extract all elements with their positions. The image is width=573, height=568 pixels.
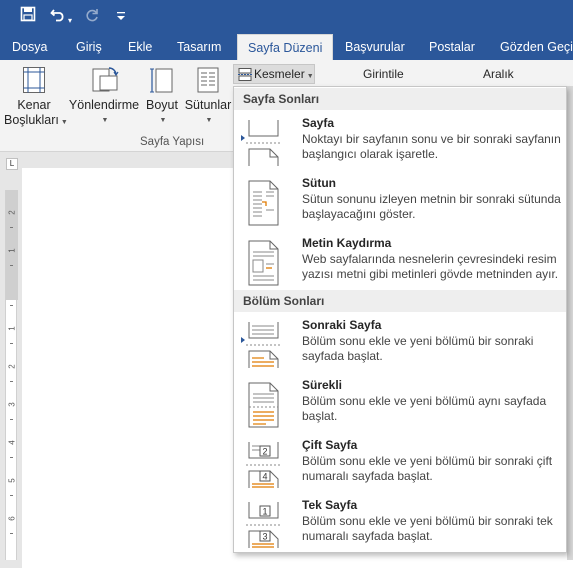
- size-icon: [150, 68, 173, 93]
- chevron-down-icon: ▼: [60, 119, 68, 126]
- chevron-down-icon: ▼: [159, 117, 167, 124]
- ruler-number: 6: [7, 516, 17, 521]
- ruler-tick: [10, 457, 13, 458]
- menu-item-title: Sürekli: [302, 378, 343, 392]
- ruler-tick: [10, 533, 13, 534]
- size-label: Boyut: [146, 98, 178, 112]
- customize-icon[interactable]: [117, 9, 125, 29]
- ruler-number: 1: [7, 248, 17, 253]
- columns-label: Sütunlar: [184, 98, 232, 112]
- icon-digit: 2: [262, 447, 267, 457]
- text-wrapping-break-icon: [248, 240, 279, 286]
- vertical-ruler[interactable]: 2 1 1 2 3 4 5 6: [5, 190, 18, 560]
- tab-gozden-gecir[interactable]: Gözden Geçir: [500, 34, 573, 60]
- menu-item-title: Metin Kaydırma: [302, 236, 392, 250]
- menu-item-description: Bölüm sonu ekle ve yeni bölümü aynı sayf…: [302, 394, 547, 423]
- breaks-menu: Sayfa Sonları Sayfa Noktayı bir sayfanın…: [233, 86, 567, 553]
- menu-item-odd-page[interactable]: 13 Tek Sayfa Bölüm sonu ekle ve yeni böl…: [234, 498, 566, 558]
- undo-icon[interactable]: [50, 6, 66, 28]
- icon-digit: 4: [262, 472, 267, 482]
- orientation-button[interactable]: Yönlendirme ▼: [68, 66, 140, 128]
- icon-digit: 1: [262, 507, 267, 517]
- icon-digit: 3: [262, 532, 267, 542]
- tab-ekle[interactable]: Ekle: [128, 34, 152, 60]
- menu-item-next-page[interactable]: Sonraki Sayfa Bölüm sonu ekle ve yeni bö…: [234, 318, 566, 378]
- tab-tasarim[interactable]: Tasarım: [177, 34, 221, 60]
- column-break-icon: [248, 180, 279, 226]
- tab-postalar[interactable]: Postalar: [429, 34, 475, 60]
- selection-arrow-icon: [241, 337, 245, 343]
- orientation-label: Yönlendirme: [68, 98, 140, 112]
- menu-item-title: Tek Sayfa: [302, 498, 358, 512]
- redo-icon[interactable]: [84, 6, 100, 28]
- right-edge-strip: [567, 86, 573, 560]
- undo-dropdown-icon[interactable]: ▾: [68, 11, 72, 31]
- breaks-icon: [238, 68, 252, 81]
- save-icon[interactable]: [20, 6, 36, 28]
- orientation-icon: [92, 67, 119, 92]
- menu-item-description: Web sayfalarında nesnelerin çevresindeki…: [302, 252, 559, 281]
- ruler-tick: [10, 381, 13, 382]
- margins-icon: [23, 67, 45, 93]
- section-header-section-breaks: Bölüm Sonları: [234, 290, 566, 312]
- ruler-tick: [10, 227, 13, 228]
- ruler-tick: [10, 265, 13, 266]
- tab-basvurular[interactable]: Başvurular: [345, 34, 405, 60]
- breaks-label: Kesmeler: [254, 67, 305, 81]
- ruler-number: 2: [7, 210, 17, 215]
- ruler-number: 1: [7, 326, 17, 331]
- spacing-label: Aralık: [483, 67, 514, 81]
- tab-selector[interactable]: L: [6, 158, 18, 170]
- menu-item-continuous[interactable]: Sürekli Bölüm sonu ekle ve yeni bölümü a…: [234, 378, 566, 438]
- ruler-tick: [10, 419, 13, 420]
- margins-label-1: Kenar: [17, 98, 51, 112]
- ruler-tick: [10, 343, 13, 344]
- continuous-break-icon: [248, 382, 279, 428]
- page-break-icon: [246, 120, 282, 166]
- ruler-number: 5: [7, 478, 17, 483]
- tab-dosya[interactable]: Dosya: [12, 34, 47, 60]
- menu-item-even-page[interactable]: 24 Çift Sayfa Bölüm sonu ekle ve yeni bö…: [234, 438, 566, 498]
- next-page-break-icon: [246, 322, 282, 368]
- tab-giris[interactable]: Giriş: [76, 34, 102, 60]
- ruler-tick: [10, 495, 13, 496]
- menu-item-title: Sütun: [302, 176, 336, 190]
- ruler-tick: [10, 305, 13, 306]
- menu-item-description: Noktayı bir sayfanın sonu ve bir sonraki…: [302, 132, 561, 161]
- ruler-number: 3: [7, 402, 17, 407]
- margins-button[interactable]: Kenar Boşlukları ▼: [4, 66, 68, 130]
- chevron-down-icon: ▼: [205, 117, 213, 124]
- menu-item-title: Sonraki Sayfa: [302, 318, 382, 332]
- breaks-button[interactable]: Kesmeler ▼: [233, 64, 315, 84]
- menu-item-description: Bölüm sonu ekle ve yeni bölümü bir sonra…: [302, 334, 534, 363]
- section-header-page-breaks: Sayfa Sonları: [234, 88, 566, 110]
- menu-item-column-break[interactable]: Sütun Sütun sonunu izleyen metnin bir so…: [234, 176, 566, 236]
- columns-icon: [197, 67, 219, 93]
- ruler-number: 4: [7, 440, 17, 445]
- chevron-down-icon: ▼: [101, 117, 109, 124]
- menu-item-description: Sütun sonunu izleyen metnin bir sonraki …: [302, 192, 561, 221]
- menu-item-title: Çift Sayfa: [302, 438, 358, 452]
- menu-item-page-break[interactable]: Sayfa Noktayı bir sayfanın sonu ve bir s…: [234, 116, 566, 176]
- page-setup-group-label: Sayfa Yapısı: [140, 136, 205, 148]
- tab-sayfa-duzeni[interactable]: Sayfa Düzeni: [237, 34, 334, 60]
- menu-item-description: Bölüm sonu ekle ve yeni bölümü bir sonra…: [302, 454, 553, 483]
- menu-item-description: Bölüm sonu ekle ve yeni bölümü bir sonra…: [302, 514, 553, 543]
- even-page-break-icon: 24: [246, 442, 282, 488]
- odd-page-break-icon: 13: [246, 502, 282, 548]
- chevron-down-icon: ▼: [306, 73, 314, 80]
- columns-button[interactable]: Sütunlar ▼: [183, 66, 233, 128]
- size-button[interactable]: Boyut ▼: [143, 66, 181, 128]
- ruler-number: 2: [7, 364, 17, 369]
- selection-arrow-icon: [241, 135, 245, 141]
- quick-access-toolbar: ▾: [0, 0, 573, 34]
- ribbon-tabs: Dosya Giriş Ekle Tasarım Sayfa Düzeni Ba…: [0, 34, 573, 60]
- indent-label: Girintile: [363, 67, 404, 81]
- menu-item-title: Sayfa: [302, 116, 335, 130]
- menu-item-text-wrapping-break[interactable]: Metin Kaydırma Web sayfalarında nesneler…: [234, 236, 566, 296]
- margins-label-2: Boşlukları: [4, 113, 59, 127]
